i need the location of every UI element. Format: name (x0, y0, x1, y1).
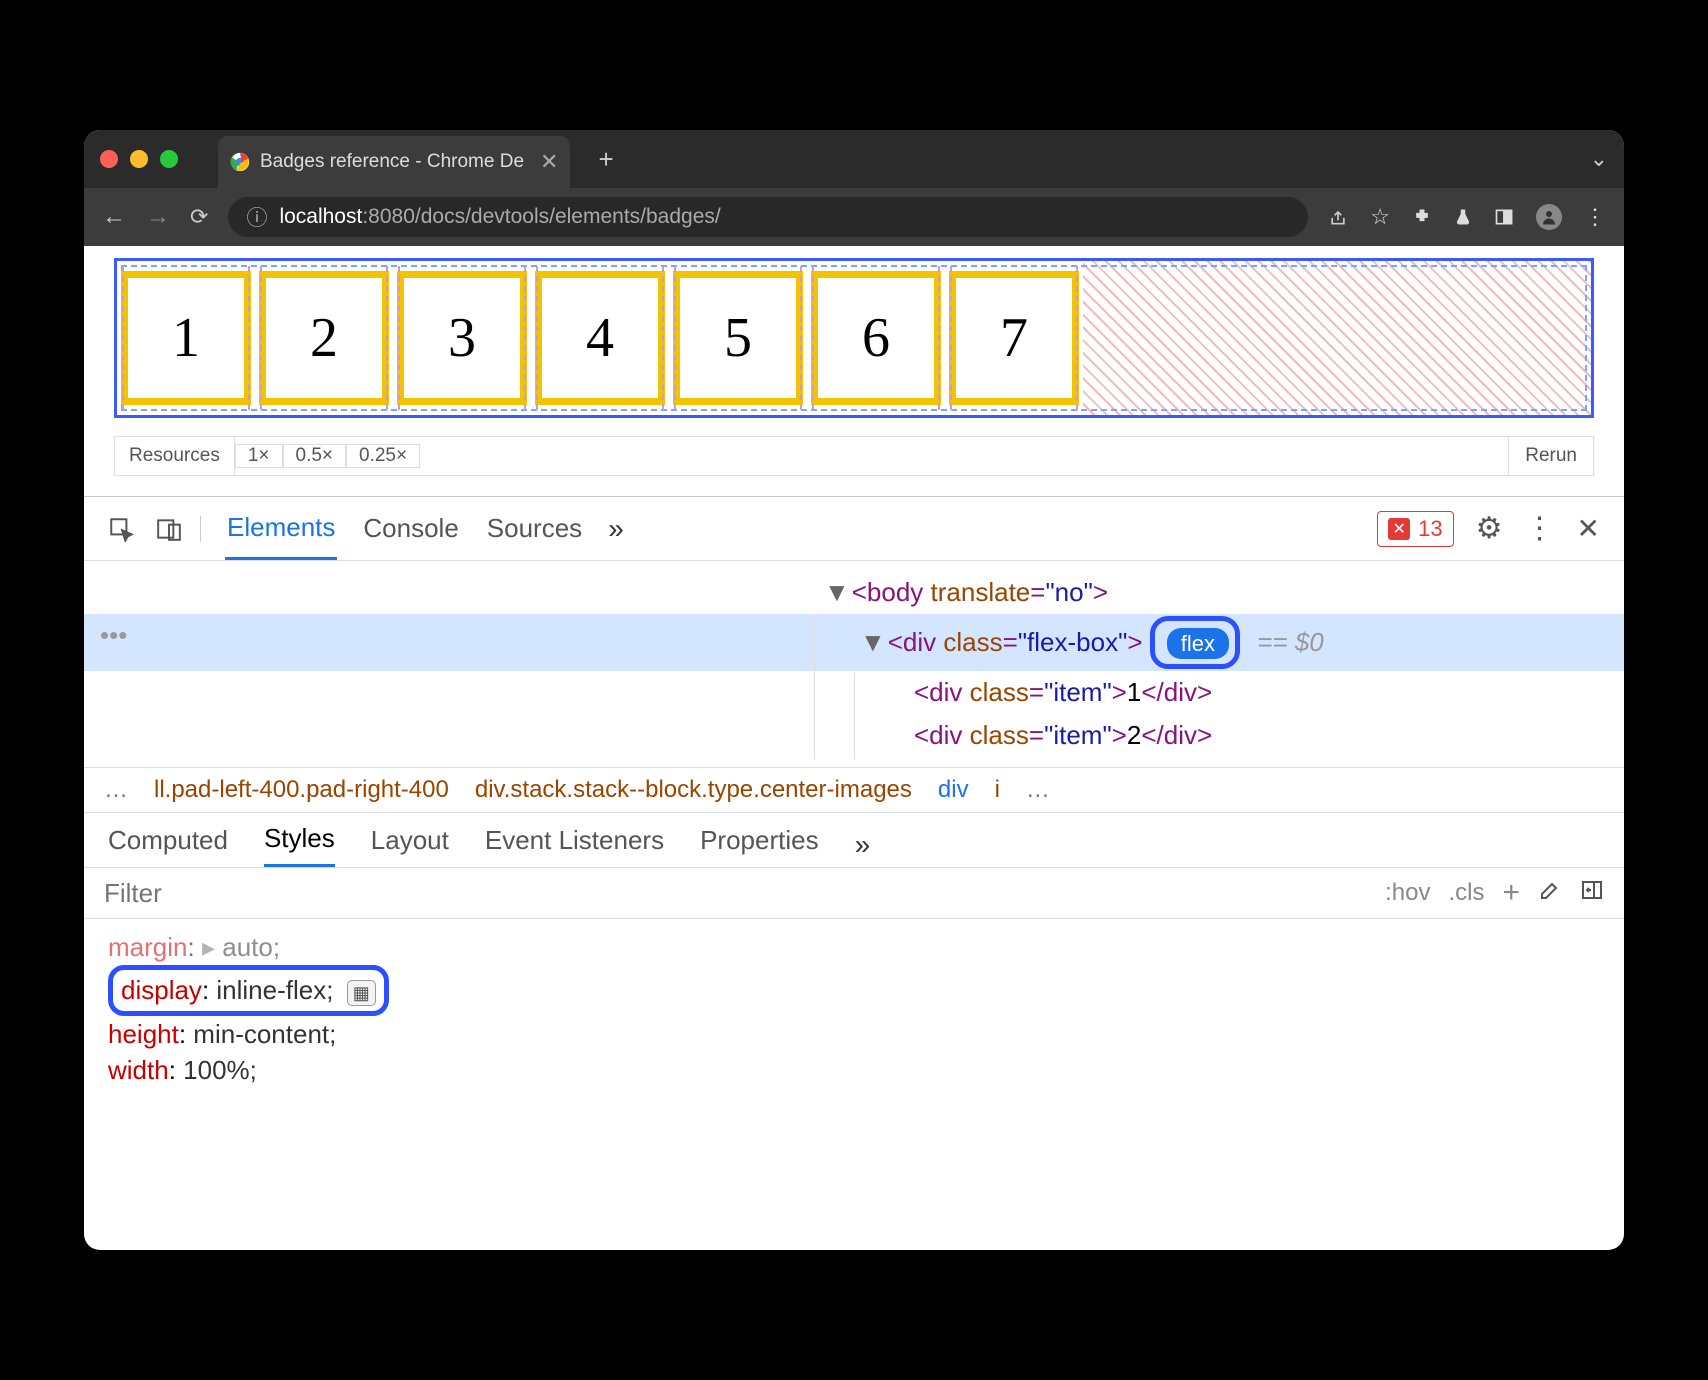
zoom-1x-button[interactable]: 1× (235, 444, 283, 468)
resources-button[interactable]: Resources (115, 437, 235, 475)
flexbox-editor-icon[interactable]: ▦ (347, 980, 376, 1006)
profile-avatar-icon[interactable] (1536, 204, 1562, 230)
settings-gear-icon[interactable]: ⚙ (1476, 511, 1503, 546)
device-toggle-icon[interactable] (156, 516, 182, 542)
devtools-menu-icon[interactable]: ⋮ (1525, 511, 1555, 546)
subtab-event-listeners[interactable]: Event Listeners (485, 825, 664, 866)
dom-tree: ▼<body translate="no"> ••• ▼<div class="… (84, 561, 1624, 767)
inspect-element-icon[interactable] (108, 516, 134, 542)
devtools-panel: Elements Console Sources » ✕ 13 ⚙ ⋮ ✕ ▼<… (84, 496, 1624, 1250)
rerun-button[interactable]: Rerun (1508, 437, 1593, 475)
style-rules: margin: ▸ auto; display: inline-flex; ▦ … (84, 919, 1624, 1099)
close-tab-icon[interactable]: ✕ (540, 149, 558, 175)
reload-button[interactable]: ⟳ (190, 204, 208, 230)
subtab-styles[interactable]: Styles (264, 823, 335, 867)
expand-triangle-icon[interactable]: ▼ (860, 627, 886, 657)
tabs-overflow-icon[interactable]: ⌄ (1590, 146, 1608, 172)
browser-window: Badges reference - Chrome De ✕ + ⌄ ← → ⟳… (84, 130, 1624, 1250)
error-icon: ✕ (1388, 518, 1410, 540)
dom-node-item-2[interactable]: <div class="item">2</div> (84, 714, 1624, 757)
more-subtabs-icon[interactable]: » (855, 829, 871, 861)
panel-tab-elements[interactable]: Elements (225, 498, 337, 560)
selected-row-dots-icon: ••• (100, 616, 127, 655)
flex-item: 7 (949, 271, 1079, 405)
panel-tab-sources[interactable]: Sources (485, 499, 584, 558)
panel-toggle-icon[interactable] (1580, 878, 1604, 909)
site-info-icon[interactable]: ⓘ (246, 202, 267, 232)
demo-toolbar: Resources 1× 0.5× 0.25× Rerun (114, 436, 1594, 476)
browser-menu-icon[interactable]: ⋮ (1584, 204, 1606, 230)
paintbrush-icon[interactable] (1538, 878, 1562, 909)
subtab-layout[interactable]: Layout (371, 825, 449, 866)
breadcrumb-ellipsis[interactable]: … (104, 776, 128, 804)
flex-demo: 1 2 3 4 5 6 7 (117, 261, 1591, 415)
css-declaration[interactable]: height: min-content; (108, 1016, 1600, 1052)
styles-filter-input[interactable] (104, 878, 1367, 909)
panel-tab-console[interactable]: Console (361, 499, 460, 558)
browser-toolbar: ← → ⟳ ⓘ localhost:8080/docs/devtools/ele… (84, 188, 1624, 246)
toolbar-actions: ☆ ⋮ (1328, 204, 1606, 230)
more-tabs-icon[interactable]: » (608, 513, 624, 545)
flex-item: 1 (121, 271, 251, 405)
forward-button[interactable]: → (146, 203, 170, 231)
expand-triangle-icon[interactable]: ▼ (824, 577, 850, 607)
labs-icon[interactable] (1454, 206, 1472, 228)
css-declaration-display[interactable]: display: inline-flex; ▦ (108, 965, 1600, 1015)
subtab-computed[interactable]: Computed (108, 825, 228, 866)
scope-indicator: == $0 (1257, 627, 1324, 657)
display-rule-highlight: display: inline-flex; ▦ (108, 965, 389, 1015)
cls-toggle[interactable]: .cls (1448, 879, 1484, 907)
url-path: :8080/docs/devtools/elements/badges/ (362, 205, 720, 228)
zoom-025x-button[interactable]: 0.25× (346, 444, 420, 468)
devtools-header: Elements Console Sources » ✕ 13 ⚙ ⋮ ✕ (84, 497, 1624, 561)
close-devtools-icon[interactable]: ✕ (1577, 512, 1600, 545)
chrome-favicon-icon (230, 152, 250, 172)
flex-item: 4 (535, 271, 665, 405)
minimize-window-button[interactable] (130, 150, 148, 168)
flex-item: 6 (811, 271, 941, 405)
breadcrumb-item-active[interactable]: div (938, 776, 969, 804)
styles-toolbar: :hov .cls + (84, 868, 1624, 919)
breadcrumb-ellipsis[interactable]: … (1026, 776, 1050, 804)
bookmark-star-icon[interactable]: ☆ (1370, 204, 1390, 230)
subtab-properties[interactable]: Properties (700, 825, 819, 866)
page-content: 1 2 3 4 5 6 7 Resources 1× 0.5× 0.25× Re… (84, 246, 1624, 476)
titlebar: Badges reference - Chrome De ✕ + ⌄ (84, 130, 1624, 188)
extensions-icon[interactable] (1412, 207, 1432, 227)
error-count-badge[interactable]: ✕ 13 (1377, 511, 1453, 547)
flex-item: 3 (397, 271, 527, 405)
css-declaration[interactable]: margin: ▸ auto; (108, 929, 1600, 965)
breadcrumb-item[interactable]: i (995, 776, 1000, 804)
tab-title: Badges reference - Chrome De (260, 151, 524, 173)
flex-item: 2 (259, 271, 389, 405)
flex-badge[interactable]: flex (1167, 628, 1229, 659)
share-icon[interactable] (1328, 206, 1348, 228)
dom-node-item-1[interactable]: <div class="item">1</div> (84, 671, 1624, 714)
address-bar[interactable]: ⓘ localhost:8080/docs/devtools/elements/… (228, 197, 1308, 237)
dom-node-flex-box[interactable]: ••• ▼<div class="flex-box"> flex == $0 (84, 614, 1624, 671)
styles-subtabs: Computed Styles Layout Event Listeners P… (84, 813, 1624, 868)
breadcrumb: … ll.pad-left-400.pad-right-400 div.stac… (84, 767, 1624, 813)
zoom-05x-button[interactable]: 0.5× (283, 444, 347, 468)
new-tab-button[interactable]: + (598, 144, 613, 175)
hov-toggle[interactable]: :hov (1385, 879, 1430, 907)
url-host: localhost (279, 205, 362, 228)
maximize-window-button[interactable] (160, 150, 178, 168)
new-style-rule-icon[interactable]: + (1502, 876, 1520, 910)
flex-badge-highlight: flex (1150, 616, 1240, 669)
breadcrumb-item[interactable]: ll.pad-left-400.pad-right-400 (154, 776, 449, 804)
browser-tab[interactable]: Badges reference - Chrome De ✕ (218, 136, 570, 188)
flex-demo-container: 1 2 3 4 5 6 7 (114, 258, 1594, 418)
window-controls (100, 150, 178, 168)
expand-triangle-icon[interactable]: ▸ (202, 932, 215, 962)
dom-node-body[interactable]: ▼<body translate="no"> (84, 571, 1624, 614)
flex-free-space (1083, 261, 1591, 415)
css-declaration[interactable]: width: 100%; (108, 1052, 1600, 1088)
panel-icon[interactable] (1494, 207, 1514, 227)
back-button[interactable]: ← (102, 203, 126, 231)
flex-item: 5 (673, 271, 803, 405)
breadcrumb-item[interactable]: div.stack.stack--block.type.center-image… (475, 776, 912, 804)
close-window-button[interactable] (100, 150, 118, 168)
error-count: 13 (1418, 516, 1442, 542)
